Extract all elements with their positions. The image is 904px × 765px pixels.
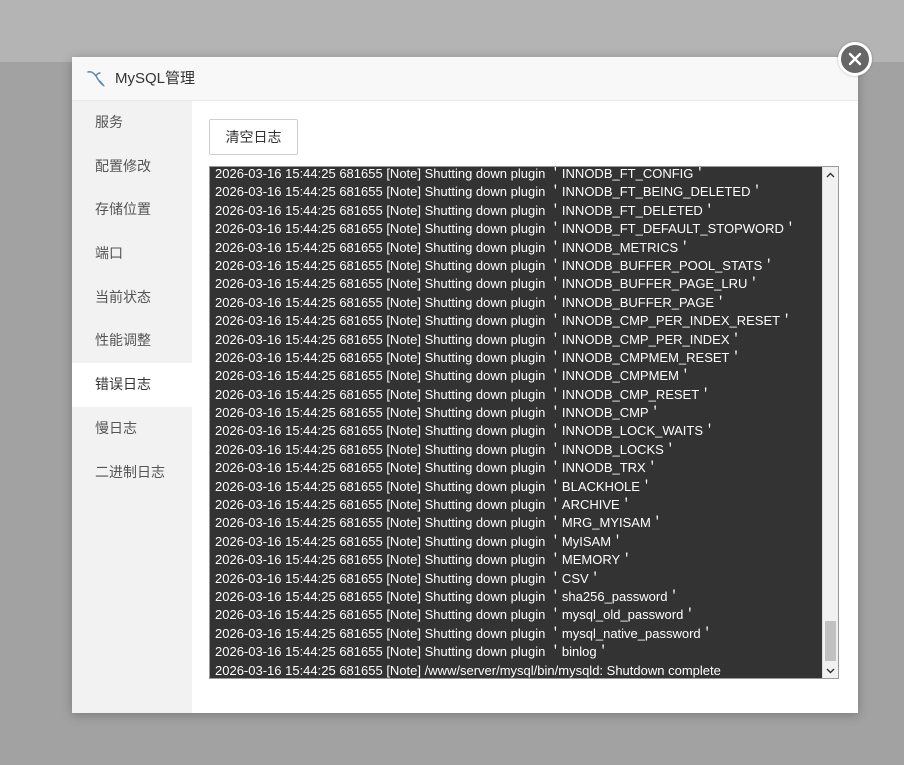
- log-line: 2026-03-16 15:44:25 681655 [Note] Shutti…: [215, 423, 717, 439]
- log-line: 2026-03-16 15:44:25 681655 [Note] Shutti…: [215, 515, 664, 531]
- sidebar-item-status[interactable]: 当前状态: [72, 276, 192, 320]
- dialog-header: MySQL管理: [72, 57, 858, 101]
- log-line: 2026-03-16 15:44:25 681655 [Note] Shutti…: [215, 386, 713, 402]
- log-line: 2026-03-16 15:44:25 681655 [Note] Shutti…: [215, 405, 662, 421]
- log-line: 2026-03-16 15:44:25 681655 [Note] Shutti…: [215, 368, 692, 384]
- log-line: 2026-03-16 15:44:25 681655 [Note] Shutti…: [215, 570, 602, 586]
- log-line: 2026-03-16 15:44:25 681655 [Note] Shutti…: [215, 441, 677, 457]
- log-line: 2026-03-16 15:44:25 681655 [Note] Shutti…: [215, 478, 653, 494]
- clear-log-button[interactable]: 清空日志: [209, 119, 298, 155]
- dialog-title: MySQL管理: [115, 70, 196, 87]
- scroll-thumb[interactable]: [825, 621, 836, 661]
- log-line: 2026-03-16 15:44:25 681655 [Note] Shutti…: [215, 313, 794, 329]
- chevron-down-icon: [826, 668, 835, 673]
- page-background-header: [0, 0, 904, 62]
- close-icon: [848, 52, 862, 66]
- log-line: 2026-03-16 15:44:25 681655 [Note] Shutti…: [215, 588, 681, 604]
- log-line: 2026-03-16 15:44:25 681655 [Note] Shutti…: [215, 552, 634, 568]
- sidebar-nav: 服务 配置修改 存储位置 端口 当前状态 性能调整 错误日志 慢日志 二进制日志: [72, 101, 192, 713]
- sidebar-item-service[interactable]: 服务: [72, 101, 192, 145]
- log-line: 2026-03-16 15:44:25 681655 [Note] Shutti…: [215, 221, 797, 237]
- close-button[interactable]: [838, 42, 872, 76]
- error-log-panel: 清空日志 2026-03-16 15:44:25 681655 [Note] S…: [192, 101, 858, 713]
- log-line: 2026-03-16 15:44:25 681655 [Note] Shutti…: [215, 294, 728, 310]
- log-line: 2026-03-16 15:44:25 681655 [Note] Shutti…: [215, 166, 707, 181]
- log-line: 2026-03-16 15:44:25 681655 [Note] Shutti…: [215, 239, 692, 255]
- log-line: 2026-03-16 15:44:25 681655 [Note] Shutti…: [215, 257, 776, 273]
- log-viewer[interactable]: 2026-03-16 15:44:25 681655 [Note] Shutti…: [209, 166, 839, 679]
- log-line: 2026-03-16 15:44:25 681655 [Note] Shutti…: [215, 497, 633, 513]
- log-line: 2026-03-16 15:44:25 681655 [Note] Shutti…: [215, 644, 610, 660]
- sidebar-item-storage[interactable]: 存储位置: [72, 188, 192, 232]
- log-line: 2026-03-16 15:44:25 681655 [Note] Shutti…: [215, 533, 625, 549]
- log-line: 2026-03-16 15:44:25 681655 [Note] /www/s…: [215, 662, 721, 678]
- mysql-manager-dialog: MySQL管理 服务 配置修改 存储位置 端口 当前状态 性能调整 错误日志 慢…: [72, 57, 858, 713]
- log-lines: 2026-03-16 15:44:25 681655 [Note] Shutti…: [215, 166, 820, 678]
- log-line: 2026-03-16 15:44:25 681655 [Note] Shutti…: [215, 607, 697, 623]
- sidebar-item-port[interactable]: 端口: [72, 232, 192, 276]
- log-line: 2026-03-16 15:44:25 681655 [Note] Shutti…: [215, 625, 714, 641]
- log-line: 2026-03-16 15:44:25 681655 [Note] Shutti…: [215, 460, 659, 476]
- scroll-up-button[interactable]: [823, 167, 838, 182]
- sidebar-item-error-log[interactable]: 错误日志: [72, 363, 192, 407]
- log-line: 2026-03-16 15:44:25 681655 [Note] Shutti…: [215, 331, 743, 347]
- sidebar-item-config[interactable]: 配置修改: [72, 145, 192, 189]
- log-line: 2026-03-16 15:44:25 681655 [Note] Shutti…: [215, 349, 743, 365]
- log-line: 2026-03-16 15:44:25 681655 [Note] Shutti…: [215, 202, 716, 218]
- mysql-dolphin-icon: [87, 71, 105, 87]
- sidebar-item-binary-log[interactable]: 二进制日志: [72, 451, 192, 495]
- scrollbar[interactable]: [822, 167, 838, 678]
- chevron-up-icon: [826, 172, 835, 177]
- log-line: 2026-03-16 15:44:25 681655 [Note] Shutti…: [215, 276, 761, 292]
- sidebar-item-slow-log[interactable]: 慢日志: [72, 407, 192, 451]
- log-line: 2026-03-16 15:44:25 681655 [Note] Shutti…: [215, 184, 764, 200]
- sidebar-item-performance[interactable]: 性能调整: [72, 319, 192, 363]
- scroll-down-button[interactable]: [823, 663, 838, 678]
